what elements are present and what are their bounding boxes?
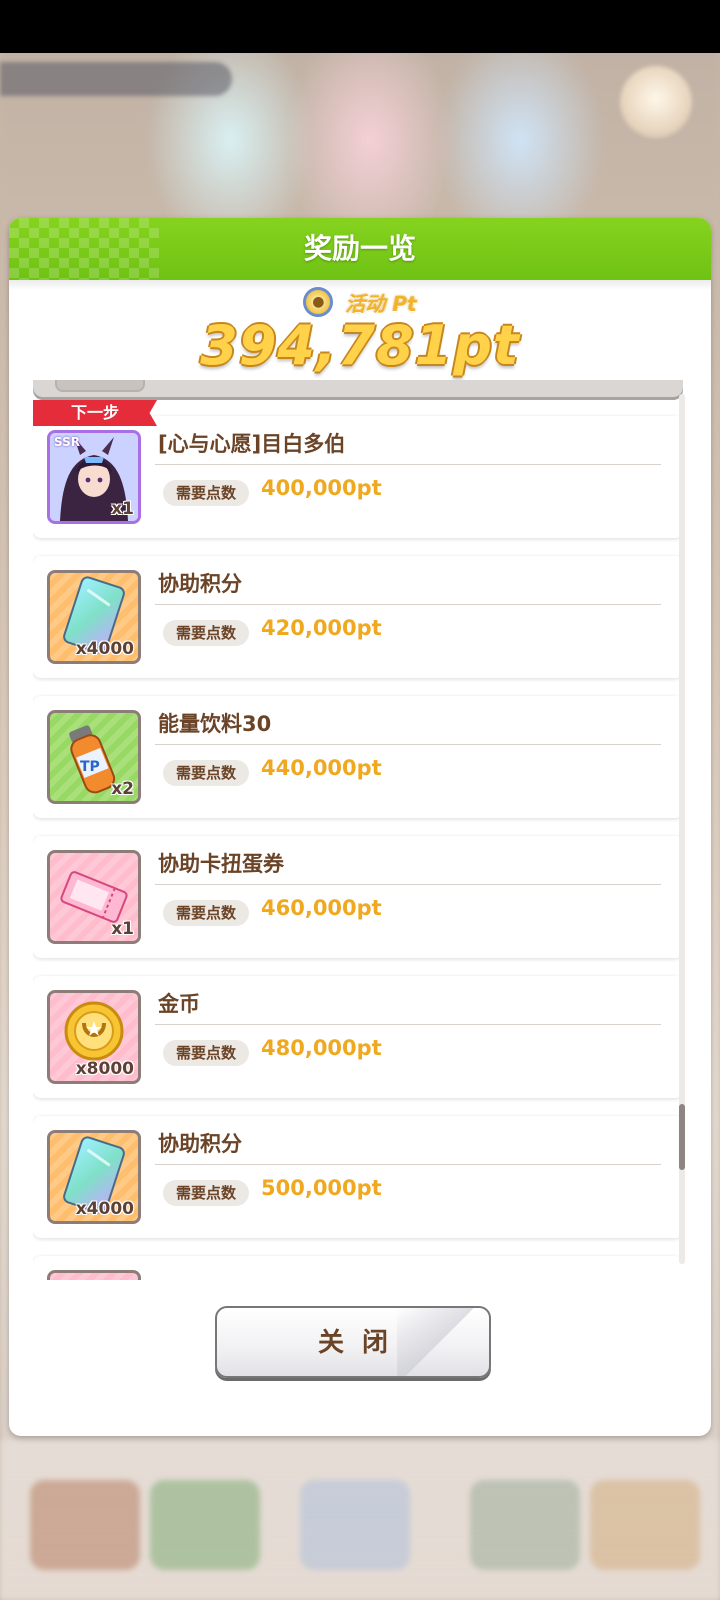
required-points-value: 500,000pt [261, 1176, 382, 1200]
energy-drink-label: TP [80, 759, 100, 775]
reward-item-partial [33, 1256, 683, 1280]
item-name: 协助积分 [158, 1132, 242, 1156]
required-points-label: 需要点数 [163, 900, 249, 926]
gacha-ticket-icon[interactable]: x1 [47, 850, 141, 944]
nav-item-5 [590, 1480, 700, 1570]
item-name: 协助卡扭蛋券 [158, 852, 284, 876]
item-quantity: x2 [111, 779, 134, 799]
item-quantity: x4000 [75, 639, 134, 659]
energy-drink-icon[interactable]: TP x2 [47, 710, 141, 804]
partial-item-icon [47, 1270, 141, 1280]
reward-item: 下一步 SSR x1 [心与心愿]目白多伯 需要点数 400,000pt [33, 400, 683, 538]
ssr-card-icon[interactable]: SSR x1 [47, 430, 141, 524]
avatar [620, 66, 692, 138]
nav-item-2 [150, 1480, 260, 1570]
item-quantity: x4000 [75, 1199, 134, 1219]
reward-list[interactable]: 下一步 SSR x1 [心与心愿]目白多伯 需要点数 400,000pt x40… [33, 380, 683, 1280]
reward-list-modal: 奖励一览 ● 活动 Pt 394,781pt 下一步 SSR x1 [心与心愿]… [9, 218, 711, 1436]
item-name: 协助积分 [158, 572, 242, 596]
top-left-chip [0, 62, 232, 96]
event-pt-value: 394,781pt [200, 314, 520, 377]
list-scrollbar-thumb[interactable] [679, 1104, 685, 1170]
modal-title: 奖励一览 [303, 232, 416, 265]
event-pt-label: 活动 Pt [345, 291, 417, 316]
reward-item: x4000 协助积分 需要点数 420,000pt [33, 556, 683, 678]
modal-header: 奖励一览 [9, 218, 711, 280]
status-bar [0, 0, 720, 53]
list-top-edge [33, 380, 683, 400]
required-points-label: 需要点数 [163, 760, 249, 786]
required-points-value: 440,000pt [261, 756, 382, 780]
next-step-ribbon: 下一步 [33, 400, 157, 426]
item-quantity: x1 [111, 499, 134, 519]
nav-item-1 [30, 1480, 140, 1570]
reward-item: x4000 协助积分 需要点数 500,000pt [33, 1116, 683, 1238]
support-point-ticket-icon[interactable]: x4000 [47, 570, 141, 664]
list-scrollbar[interactable] [679, 394, 685, 1264]
ssr-badge: SSR [54, 435, 80, 449]
reward-item: x1 协助卡扭蛋券 需要点数 460,000pt [33, 836, 683, 958]
reward-item: TP x2 能量饮料30 需要点数 440,000pt [33, 696, 683, 818]
gold-coin-icon[interactable]: x8000 [47, 990, 141, 1084]
required-points-label: 需要点数 [163, 620, 249, 646]
item-quantity: x8000 [75, 1059, 134, 1079]
required-points-label: 需要点数 [163, 1180, 249, 1206]
required-points-label: 需要点数 [163, 1040, 249, 1066]
event-pt-icon: ● [303, 287, 334, 317]
reward-item: x8000 金币 需要点数 480,000pt [33, 976, 683, 1098]
required-points-value: 400,000pt [261, 476, 382, 500]
required-points-label: 需要点数 [163, 480, 249, 506]
item-quantity: x1 [111, 919, 134, 939]
item-name: [心与心愿]目白多伯 [158, 432, 346, 456]
required-points-value: 480,000pt [261, 1036, 382, 1060]
support-point-ticket-icon[interactable]: x4000 [47, 1130, 141, 1224]
item-name: 能量饮料30 [158, 712, 272, 736]
nav-item-3 [300, 1480, 410, 1570]
required-points-value: 420,000pt [261, 616, 382, 640]
nav-item-4 [470, 1480, 580, 1570]
close-button[interactable]: 关闭 [215, 1306, 491, 1378]
bottom-nav [0, 1440, 720, 1600]
item-name: 金币 [158, 992, 200, 1016]
required-points-value: 460,000pt [261, 896, 382, 920]
